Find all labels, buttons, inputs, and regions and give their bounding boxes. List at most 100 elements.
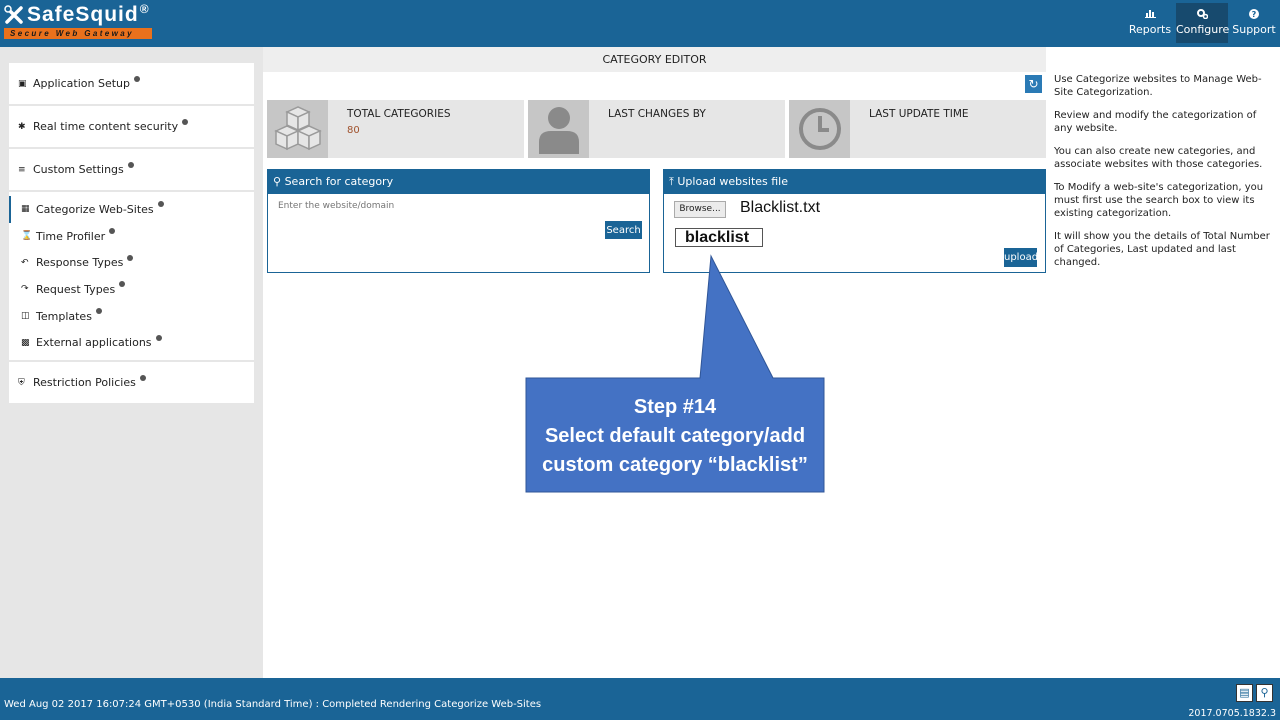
info-icon[interactable] <box>119 281 126 288</box>
save-icon: ▤ <box>1239 686 1250 699</box>
stat-label: LAST CHANGES BY <box>608 108 706 120</box>
upload-button[interactable]: upload <box>1004 248 1038 267</box>
reply-icon: ↶ <box>21 257 29 268</box>
upload-panel-header: ⤒ Upload websites file <box>664 170 1045 194</box>
callout-line: Select default category/add <box>544 425 806 447</box>
sidebar-item-label: Application Setup <box>33 77 130 90</box>
callout-text: Step #14 Select default category/add cus… <box>526 393 824 480</box>
sidebar-item-label: Templates <box>36 309 92 323</box>
sidebar-item-label: Time Profiler <box>36 229 106 243</box>
logo-icon <box>4 5 23 24</box>
gears-icon <box>1176 9 1228 23</box>
nav-support[interactable]: ? Support <box>1228 3 1280 43</box>
clock-icon <box>789 100 850 158</box>
sidebar-item-label: Restriction Policies <box>33 376 136 390</box>
help-text: You can also create new categories, and … <box>1054 146 1263 170</box>
search-icon: ⚲ <box>1260 686 1269 699</box>
callout-line: Step #14 <box>633 396 717 418</box>
sidebar-item-templates[interactable]: ◫ Templates <box>9 303 254 330</box>
help-text: It will show you the details of Total Nu… <box>1054 231 1270 268</box>
sidebar-item-request-types[interactable]: ↷ Request Types <box>9 276 254 303</box>
sidebar-item-label: Categorize Web-Sites <box>36 202 154 216</box>
nav-configure[interactable]: Configure <box>1176 3 1230 43</box>
nav-support-label: Support <box>1232 23 1276 36</box>
status-text: Wed Aug 02 2017 16:07:24 GMT+0530 (India… <box>4 699 542 710</box>
save-button[interactable]: ▤ <box>1236 684 1253 702</box>
search-icon: ⚲ <box>273 175 282 188</box>
database-icon: ▦ <box>21 204 30 215</box>
footer-search-button[interactable]: ⚲ <box>1256 684 1273 702</box>
main-content: CATEGORY EDITOR ↻ TOTAL CATEGORIES 80 LA… <box>263 47 1046 678</box>
svg-text:?: ? <box>1252 10 1257 19</box>
sidebar: ▣ Application Setup ✱ Real time content … <box>0 47 263 678</box>
search-panel: ⚲ Search for category Search <box>267 169 650 273</box>
sidebar-item-categorize-websites[interactable]: ▦ Categorize Web-Sites <box>9 196 254 223</box>
top-nav: Reports Configure ? Support <box>1124 3 1280 43</box>
brand-name: SafeSquid <box>27 3 139 26</box>
stat-last-changes-by: LAST CHANGES BY <box>528 100 785 158</box>
share-icon: ↷ <box>21 284 29 295</box>
sidebar-item-response-types[interactable]: ↶ Response Types <box>9 249 254 276</box>
bug-icon: ✱ <box>18 121 26 132</box>
user-icon <box>528 100 589 158</box>
help-text: To Modify a web-site's categorization, y… <box>1054 182 1264 219</box>
templates-icon: ◫ <box>21 311 30 322</box>
category-input[interactable]: blacklist <box>675 228 763 247</box>
nav-configure-label: Configure <box>1176 23 1230 36</box>
info-icon[interactable] <box>155 334 162 341</box>
refresh-button[interactable]: ↻ <box>1025 75 1042 93</box>
search-button[interactable]: Search <box>605 221 642 239</box>
stat-label: LAST UPDATE TIME <box>869 108 969 120</box>
info-icon[interactable] <box>133 75 140 82</box>
info-icon[interactable] <box>157 201 164 208</box>
stat-value: 80 <box>347 125 360 136</box>
info-icon[interactable] <box>127 254 134 261</box>
stat-label: TOTAL CATEGORIES <box>347 108 451 120</box>
search-input[interactable] <box>278 201 578 211</box>
question-icon: ? <box>1228 9 1280 23</box>
info-icon[interactable] <box>182 118 189 125</box>
sidebar-menu: ▣ Application Setup ✱ Real time content … <box>9 63 254 404</box>
sidebar-item-label: Response Types <box>36 256 124 270</box>
refresh-icon: ↻ <box>1028 77 1039 91</box>
status-bar: Wed Aug 02 2017 16:07:24 GMT+0530 (India… <box>0 678 1280 720</box>
nav-reports-label: Reports <box>1128 23 1172 36</box>
top-bar: SafeSquid ® Secure Web Gateway Reports Co… <box>0 0 1280 47</box>
help-text: Use Categorize websites to Manage Web-Si… <box>1054 74 1262 98</box>
version-label: 2017.0705.1832.3 <box>1188 708 1276 719</box>
sliders-icon: ≡ <box>18 164 26 175</box>
upload-icon: ⤒ <box>669 175 674 188</box>
sidebar-item-external-applications[interactable]: ▩ External applications <box>9 329 254 356</box>
sidebar-item-label: External applications <box>36 336 152 350</box>
selected-filename: Blacklist.txt <box>740 199 821 216</box>
external-icon: ▩ <box>21 337 30 348</box>
sidebar-item-custom-settings[interactable]: ≡ Custom Settings <box>9 149 254 190</box>
hourglass-icon: ⌛ <box>21 231 33 242</box>
bar-chart-icon <box>1124 9 1176 23</box>
logo: SafeSquid ® Secure Web Gateway <box>4 2 152 39</box>
registered-mark: ® <box>139 2 150 16</box>
search-panel-header: ⚲ Search for category <box>268 170 649 194</box>
help-panel: Use Categorize websites to Manage Web-Si… <box>1046 47 1280 678</box>
stat-total-categories: TOTAL CATEGORIES 80 <box>267 100 524 158</box>
shield-icon: ⛨ <box>18 377 25 388</box>
search-panel-title: Search for category <box>284 175 394 188</box>
info-icon[interactable] <box>95 308 102 315</box>
info-icon[interactable] <box>109 228 116 235</box>
browse-button[interactable]: Browse... <box>674 201 726 218</box>
callout-line: custom category “blacklist” <box>542 454 808 476</box>
sidebar-item-time-profiler[interactable]: ⌛ Time Profiler <box>9 223 254 250</box>
nav-reports[interactable]: Reports <box>1124 3 1176 43</box>
sidebar-item-realtime-security[interactable]: ✱ Real time content security <box>9 106 254 147</box>
sidebar-item-restriction-policies[interactable]: ⛨ Restriction Policies <box>9 362 254 403</box>
upload-panel: ⤒ Upload websites file Browse... Blackli… <box>663 169 1046 273</box>
page-title: CATEGORY EDITOR <box>263 47 1046 72</box>
info-icon[interactable] <box>127 161 134 168</box>
sidebar-item-label: Request Types <box>36 282 116 296</box>
sidebar-item-label: Custom Settings <box>33 163 124 176</box>
upload-panel-title: Upload websites file <box>677 175 789 188</box>
sidebar-item-application-setup[interactable]: ▣ Application Setup <box>9 63 254 104</box>
info-icon[interactable] <box>139 374 146 381</box>
sidebar-item-label: Real time content security <box>33 120 179 133</box>
cubes-icon <box>267 100 328 158</box>
